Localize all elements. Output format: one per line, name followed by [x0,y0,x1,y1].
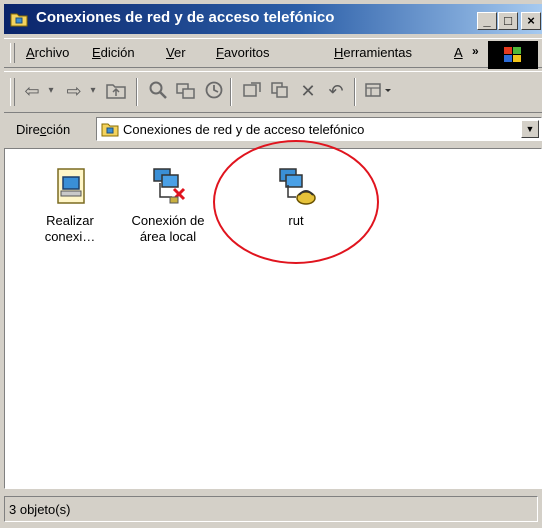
address-label: Dirección [16,122,71,137]
status-cell: 3 objeto(s) [4,496,538,522]
views-icon[interactable] [362,80,398,102]
list-item[interactable]: Realizar conexi… [25,167,115,245]
menu-archivo[interactable]: Archivo [26,45,69,60]
menubar-grip[interactable] [10,43,15,63]
network-folder-icon [101,123,119,137]
address-dropdown-button[interactable]: ▼ [521,120,539,138]
toolbar-separator [136,78,138,106]
address-bar: Dirección Conexiones de red y de acceso … [4,114,542,144]
dropdown-icon[interactable]: ▾ [86,80,100,102]
up-folder-icon[interactable] [104,80,128,102]
maximize-button[interactable]: □ [498,12,518,30]
menu-favoritos[interactable]: Favoritos [216,45,269,60]
lan-connection-disconnected-icon [148,167,188,207]
minimize-button[interactable]: _ [477,12,497,30]
windows-logo [488,41,538,69]
explorer-window: Conexiones de red y de acceso telefónico… [0,0,542,528]
title-bar[interactable]: Conexiones de red y de acceso telefónico… [4,4,542,34]
item-label: rut [288,213,304,228]
file-list-pane[interactable]: Realizarconexi… Conexión deárea local [4,148,542,489]
toolbar-separator [230,78,232,106]
window-title: Conexiones de red y de acceso telefónico [36,9,335,26]
dropdown-icon[interactable]: ▾ [44,80,58,102]
move-to-icon[interactable] [240,80,264,102]
address-value: Conexiones de red y de acceso telefónico [123,122,365,137]
menu-ayuda[interactable]: A [454,45,463,60]
standard-toolbar: ⇦ ▾ ⇨ ▾ ✕ ↶ [4,71,542,113]
menu-edicion[interactable]: Edición [92,45,135,60]
status-bar: 3 objeto(s) [4,492,542,524]
list-item[interactable]: Conexión de área local [123,167,213,245]
address-input[interactable]: Conexiones de red y de acceso telefónico… [96,117,542,141]
windows-flag-icon [504,47,521,62]
item-label: Conexión de área local [131,213,205,244]
delete-icon[interactable]: ✕ [296,80,320,102]
list-item[interactable]: rut [251,167,341,229]
back-arrow-icon[interactable]: ⇦ [20,80,44,102]
status-text: 3 objeto(s) [9,502,71,517]
new-connection-icon [50,167,90,207]
toolbar-separator [354,78,356,106]
toolbar-grip[interactable] [10,78,15,106]
undo-icon[interactable]: ↶ [324,80,348,102]
menu-overflow-button[interactable]: » [472,44,479,58]
close-button[interactable]: × [521,12,541,30]
item-label: Realizar conexi… [44,213,96,244]
search-icon[interactable] [146,80,170,102]
menu-ver[interactable]: Ver [166,45,186,60]
copy-to-icon[interactable] [268,80,292,102]
forward-arrow-icon[interactable]: ⇨ [62,80,86,102]
history-icon[interactable] [202,80,226,102]
menu-herramientas[interactable]: Herramientas [334,45,412,60]
menu-bar: Archivo Edición Ver Favoritos Herramient… [4,38,542,68]
dialup-connection-icon [276,167,316,207]
network-folder-icon [10,13,28,27]
folders-icon[interactable] [174,80,198,102]
